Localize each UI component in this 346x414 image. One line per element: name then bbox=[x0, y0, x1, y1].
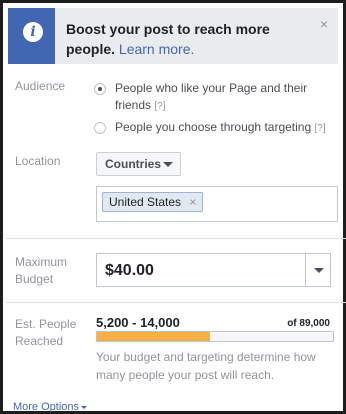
divider bbox=[6, 238, 346, 239]
chevron-down-icon bbox=[314, 268, 324, 273]
boost-post-panel: i Boost your post to reach more people. … bbox=[0, 0, 346, 414]
budget-value: $40.00 bbox=[105, 262, 154, 279]
close-icon[interactable]: × bbox=[318, 17, 330, 31]
divider bbox=[6, 302, 346, 303]
info-badge: i bbox=[11, 8, 55, 64]
boost-banner: i Boost your post to reach more people. … bbox=[8, 8, 338, 64]
remove-token-icon[interactable]: × bbox=[189, 195, 196, 209]
reach-progress-fill bbox=[97, 332, 211, 341]
location-token: United States × bbox=[102, 192, 204, 212]
audience-option-targeting[interactable]: People you choose through targeting [?] bbox=[115, 119, 345, 137]
budget-label: Maximum Budget bbox=[15, 255, 68, 286]
budget-dropdown-button[interactable] bbox=[305, 253, 331, 287]
audience-option-targeting-label: People you choose through targeting bbox=[115, 120, 312, 134]
reach-label: Est. People Reached bbox=[15, 317, 77, 348]
countries-dropdown-label: Countries bbox=[105, 157, 162, 171]
info-icon: i bbox=[23, 22, 43, 42]
audience-option-friends-radio[interactable] bbox=[94, 83, 106, 95]
help-icon[interactable]: [?] bbox=[154, 101, 165, 112]
location-label: Location bbox=[15, 154, 61, 168]
more-options-link[interactable]: More Options bbox=[13, 401, 88, 413]
chevron-down-icon bbox=[163, 162, 173, 167]
audience-option-friends-label: People who like your Page and their frie… bbox=[115, 81, 308, 112]
banner-message: Boost your post to reach more people. Le… bbox=[66, 19, 321, 59]
learn-more-link[interactable]: Learn more. bbox=[119, 41, 194, 57]
help-icon[interactable]: [?] bbox=[315, 123, 326, 134]
audience-label: Audience bbox=[15, 79, 66, 93]
reach-total: of 89,000 bbox=[287, 318, 330, 329]
reach-note: Your budget and targeting determine how … bbox=[96, 350, 316, 382]
audience-option-friends[interactable]: People who like your Page and their frie… bbox=[115, 80, 325, 115]
budget-input[interactable]: $40.00 bbox=[96, 253, 306, 287]
location-token-input[interactable]: United States × bbox=[96, 186, 338, 222]
audience-option-targeting-radio[interactable] bbox=[94, 122, 106, 134]
location-token-label: United States bbox=[109, 195, 182, 209]
reach-progress-bar bbox=[96, 331, 334, 342]
caret-down-icon bbox=[81, 405, 88, 409]
more-options-label: More Options bbox=[13, 401, 80, 413]
countries-dropdown[interactable]: Countries bbox=[96, 152, 181, 176]
reach-range: 5,200 - 14,000 bbox=[96, 315, 180, 330]
